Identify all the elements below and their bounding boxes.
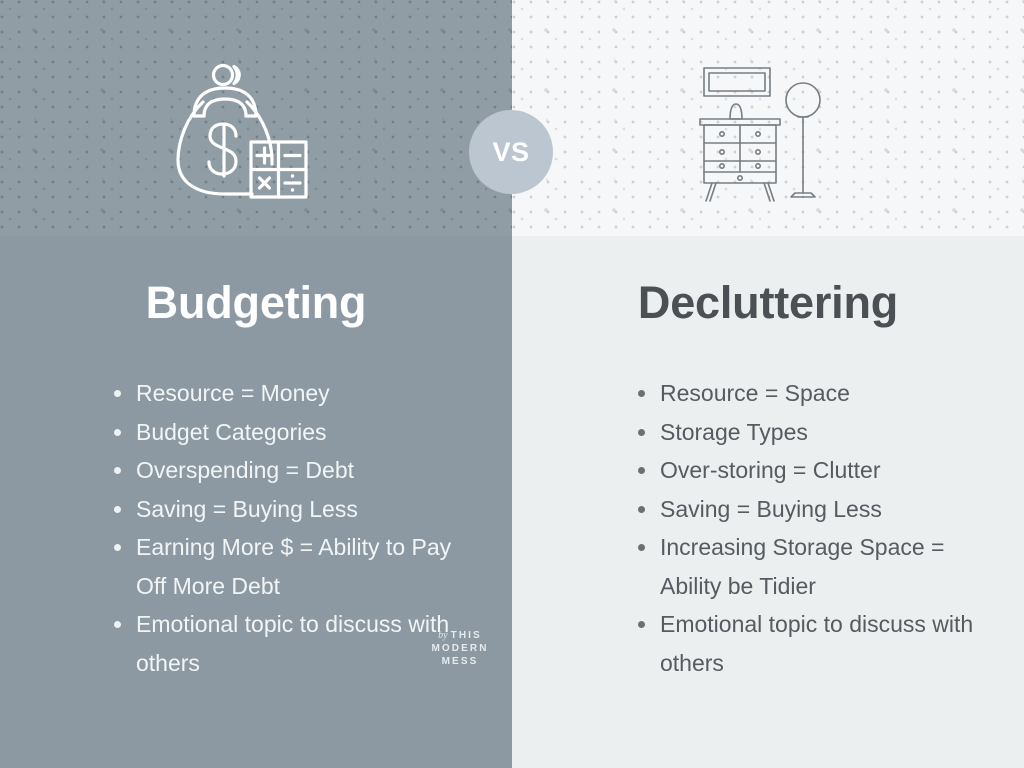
list-item: Overspending = Debt	[108, 451, 458, 490]
drawer-knob	[718, 149, 725, 156]
list-item: Storage Types	[632, 413, 992, 452]
framed-picture	[703, 67, 771, 97]
drawer-knob	[718, 131, 725, 138]
infographic-canvas: VS Budgeting Decluttering Resource = Mon…	[0, 0, 1024, 768]
left-column-bullet-list: Resource = Money Budget Categories Overs…	[108, 374, 458, 682]
coin-clasp-circle	[211, 63, 235, 87]
drawer-knob	[754, 131, 761, 138]
list-item: Increasing Storage Space = Ability be Ti…	[632, 528, 992, 605]
dresser-top	[699, 118, 781, 126]
watermark-line-3: MESS	[441, 655, 479, 667]
list-item: Resource = Space	[632, 374, 992, 413]
drawer-knob	[754, 163, 761, 170]
vs-badge-label: VS	[492, 136, 530, 167]
purse-frame-inner	[202, 97, 248, 118]
vs-badge: VS	[469, 110, 553, 194]
drawer-knob	[736, 175, 743, 182]
right-column-heading: Decluttering	[637, 277, 899, 328]
drawer-knob	[754, 149, 761, 156]
right-column-bullet-list: Resource = Space Storage Types Over-stor…	[632, 374, 992, 682]
list-item: Emotional topic to discuss with others	[632, 605, 992, 682]
vase	[729, 103, 743, 120]
watermark-line-2: MODERN	[431, 642, 489, 654]
floor-lamp	[785, 82, 821, 198]
list-item: Resource = Money	[108, 374, 458, 413]
list-item: Saving = Buying Less	[632, 490, 992, 529]
watermark-by: by	[438, 630, 448, 641]
watermark-line-1: by THIS	[419, 630, 501, 643]
list-item: Saving = Buying Less	[108, 490, 458, 529]
list-item: Emotional topic to discuss with others	[108, 605, 458, 682]
divide-key	[283, 174, 302, 192]
brand-watermark: by THIS MODERN MESS	[419, 630, 501, 668]
multiply-key	[257, 176, 272, 190]
money-purse-calculator-icon	[176, 60, 308, 210]
drawer-knob	[718, 163, 725, 170]
dresser-lamp-furniture-icon	[696, 60, 828, 210]
list-item: Over-storing = Clutter	[632, 451, 992, 490]
list-item: Budget Categories	[108, 413, 458, 452]
purse-body-left	[176, 100, 254, 196]
left-column-heading: Budgeting	[145, 277, 367, 328]
coin-clasp-crescent	[232, 64, 241, 86]
list-item: Earning More $ = Ability to Pay Off More…	[108, 528, 458, 605]
watermark-this: THIS	[450, 630, 482, 641]
